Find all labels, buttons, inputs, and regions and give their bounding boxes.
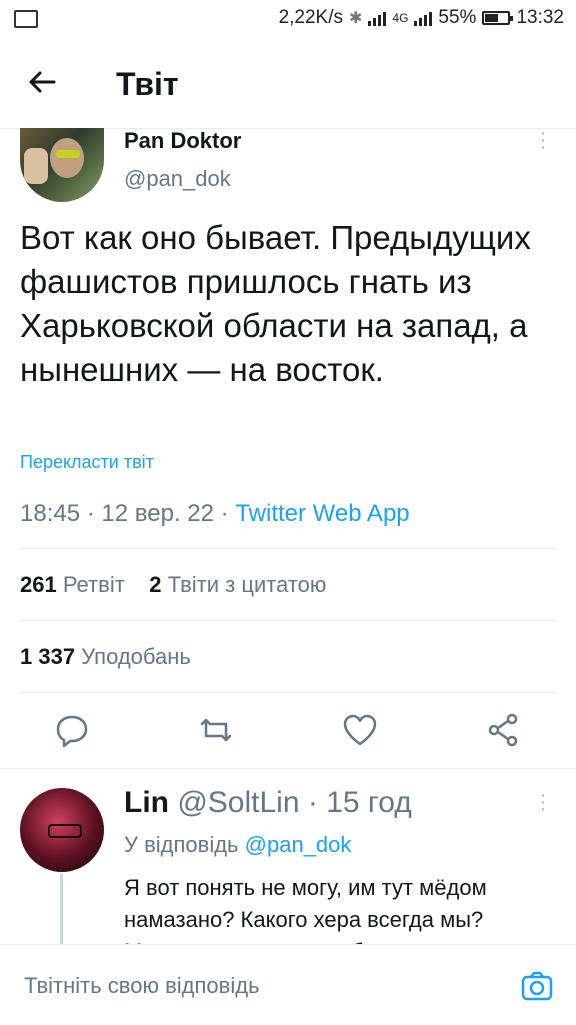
avatar-glasses — [48, 824, 82, 838]
image-icon — [14, 10, 38, 28]
page-title: Твіт — [116, 66, 179, 102]
status-bar: 2,22K/s ✱ 4G 55% 13:32 — [0, 0, 576, 40]
replying-prefix: У відповідь — [124, 832, 239, 857]
status-right: 2,22K/s ✱ 4G 55% 13:32 — [279, 7, 564, 29]
share-icon[interactable] — [484, 710, 524, 750]
battery-icon — [482, 11, 514, 25]
divider — [20, 548, 556, 549]
divider — [20, 620, 556, 621]
tweet-date: 12 вер. 22 — [101, 500, 214, 527]
tweet-meta: 18:45 · 12 вер. 22 · Twitter Web App — [20, 500, 410, 528]
replying-handle-link[interactable]: @pan_dok — [245, 832, 352, 857]
translate-link[interactable]: Перекласти твіт — [20, 452, 154, 473]
quotes-label: Твіти з цитатою — [167, 572, 327, 597]
quotes-count: 2 — [149, 572, 162, 597]
likes-count: 1 337 — [20, 644, 76, 669]
clock: 13:32 — [516, 7, 564, 28]
battery-percent: 55% — [438, 7, 477, 28]
avatar-hand — [24, 148, 48, 184]
reply-time: 15 год — [326, 786, 412, 819]
tweet-source-link[interactable]: Twitter Web App — [235, 500, 409, 527]
meta-separator: · — [220, 500, 236, 527]
tweet-time: 18:45 — [20, 500, 81, 527]
meta-separator: · — [299, 786, 327, 819]
reply-icon[interactable] — [52, 710, 92, 750]
reply-header: Lin @SoltLin · 15 год — [124, 786, 412, 820]
author-name[interactable]: Pan Doktor — [124, 128, 241, 154]
divider — [20, 692, 556, 693]
arrow-left-icon[interactable] — [26, 66, 66, 102]
reply-composer[interactable]: Твітніть свою відповідь — [0, 944, 576, 1025]
likes-label: Уподобань — [81, 644, 191, 669]
likes-stat[interactable]: 1 337 Уподобань — [20, 644, 191, 670]
retweets-stat[interactable]: 261 Ретвіт — [20, 572, 125, 597]
avatar-glasses — [56, 150, 80, 158]
camera-icon[interactable] — [520, 969, 554, 1003]
signal-icon — [368, 10, 387, 26]
network-speed: 2,22K/s — [278, 7, 343, 28]
tweet-stats-retweets: 261 Ретвіт 2 Твіти з цитатою — [20, 572, 326, 598]
thread-line — [60, 874, 63, 944]
like-icon[interactable] — [340, 710, 380, 750]
divider — [0, 768, 576, 769]
author-handle[interactable]: @pan_dok — [124, 166, 231, 192]
meta-separator: · — [86, 500, 102, 527]
avatar-face — [50, 138, 84, 178]
reply-text: Я вот понять не могу, им тут мёдом намаз… — [124, 875, 487, 944]
more-options-icon[interactable]: · · · — [538, 123, 548, 157]
reply-avatar[interactable] — [20, 788, 104, 872]
reply-input-placeholder[interactable]: Твітніть свою відповідь — [24, 973, 260, 999]
retweets-label: Ретвіт — [62, 572, 125, 597]
network-type: 4G — [392, 11, 409, 25]
app-bar: Твіт — [0, 40, 576, 129]
avatar[interactable] — [20, 128, 104, 202]
signal-icon-2 — [414, 10, 433, 26]
quotes-stat[interactable]: 2 Твіти з цитатою — [149, 572, 326, 597]
tweet-actions — [0, 700, 576, 764]
reply-author-name[interactable]: Lin — [124, 786, 169, 819]
retweets-count: 261 — [20, 572, 57, 597]
reply-author-handle[interactable]: @SoltLin — [177, 786, 299, 819]
replying-to: У відповідь @pan_dok — [124, 832, 351, 858]
tweet-text: Вот как оно бывает. Предыдущих фашистов … — [20, 219, 531, 388]
retweet-icon[interactable] — [196, 710, 236, 750]
more-options-icon[interactable]: · · · — [538, 785, 548, 819]
bluetooth-icon: ✱ — [349, 10, 363, 27]
